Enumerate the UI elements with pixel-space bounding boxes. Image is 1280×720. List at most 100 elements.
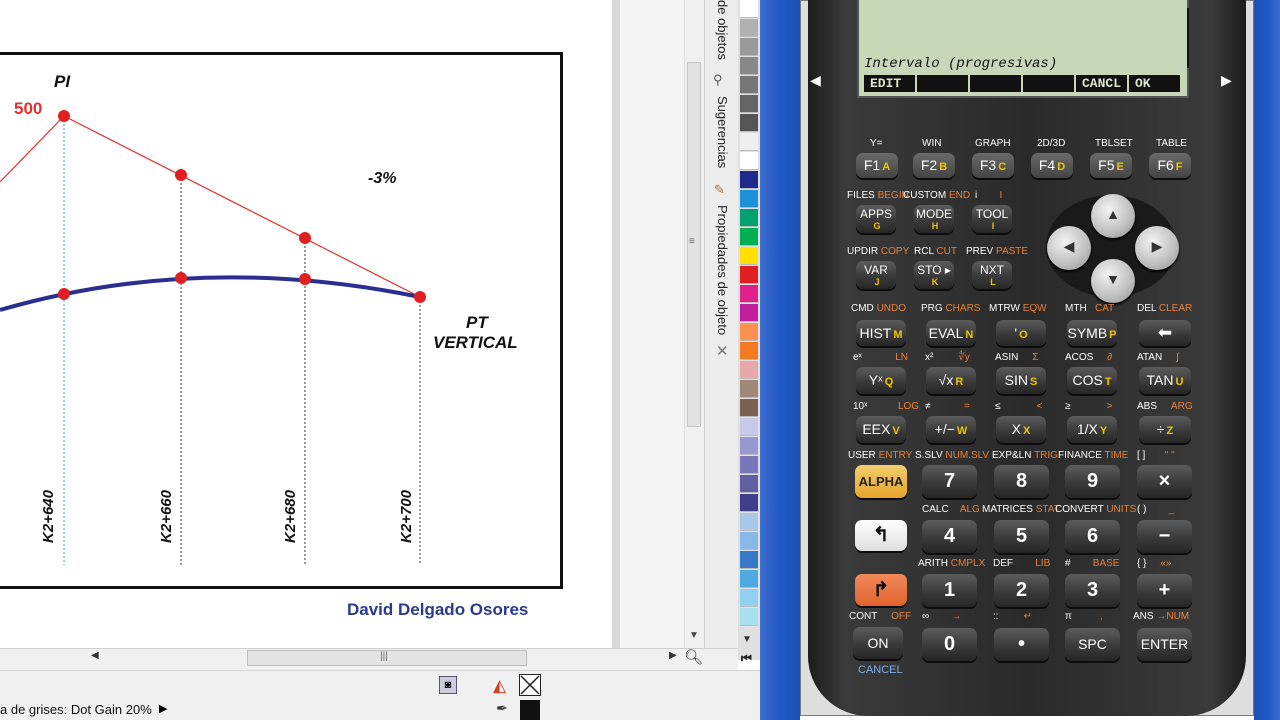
sto-key[interactable]: STO ▸ K (914, 261, 954, 289)
palette-swatch[interactable] (740, 551, 758, 569)
sqrt-key[interactable]: √x R (926, 367, 976, 394)
palette-swatch[interactable] (740, 532, 758, 550)
tan-key[interactable]: TAN U (1139, 367, 1191, 394)
palette-swatch[interactable] (740, 608, 758, 626)
palette-swatch[interactable] (740, 19, 758, 37)
f4-key[interactable]: F4 D (1031, 153, 1073, 178)
palette-swatch[interactable] (740, 380, 758, 398)
three-key[interactable]: 3 (1065, 574, 1120, 607)
softkey-4[interactable] (1023, 75, 1074, 92)
nine-key[interactable]: 9 (1065, 465, 1120, 498)
palette-swatch[interactable] (740, 323, 758, 341)
x-key[interactable]: XX (996, 416, 1046, 443)
palette-swatch[interactable] (740, 247, 758, 265)
softkey-2[interactable] (917, 75, 968, 92)
palette-swatch[interactable] (740, 475, 758, 493)
palette-swatch[interactable] (740, 95, 758, 113)
softkey-edit[interactable]: EDIT (864, 75, 915, 92)
palette-swatch[interactable] (740, 266, 758, 284)
divide-key[interactable]: ÷ Z (1139, 416, 1191, 443)
tab-hints[interactable]: Sugerencias (715, 96, 730, 168)
f6-key[interactable]: F6 F (1149, 153, 1191, 178)
negate-key[interactable]: +/− W (926, 416, 976, 443)
eight-key[interactable]: 8 (994, 465, 1049, 498)
close-icon[interactable]: ✕ (716, 342, 729, 360)
palette-swatch[interactable] (740, 570, 758, 588)
hints-icon[interactable]: ⚲ (713, 72, 723, 88)
f2-key[interactable]: F2 B (913, 153, 955, 178)
properties-icon[interactable]: ✎ (714, 182, 725, 198)
softkey-cancl[interactable]: CANCL (1076, 75, 1127, 92)
left-shift-key[interactable]: ↰ (855, 520, 907, 551)
subtract-key[interactable]: − (1137, 520, 1192, 553)
eex-key[interactable]: EEX V (856, 416, 906, 443)
scroll-down-icon[interactable]: ▼ (689, 630, 699, 641)
palette-swatch[interactable] (740, 456, 758, 474)
f1-key[interactable]: F1 A (856, 153, 898, 178)
palette-swatch[interactable] (740, 494, 758, 512)
palette-swatch[interactable] (740, 399, 758, 417)
palette-swatch[interactable] (740, 171, 758, 189)
up-arrow-key[interactable]: ▲ (1091, 194, 1135, 238)
softkey-ok[interactable]: OK (1129, 75, 1180, 92)
palette-swatch[interactable] (740, 228, 758, 246)
power-key[interactable]: Yˣ Q (856, 367, 906, 394)
palette-swatch[interactable] (740, 0, 758, 18)
palette-swatch[interactable] (740, 513, 758, 531)
tool-key[interactable]: TOOL I (972, 205, 1012, 233)
palette-swatch[interactable] (740, 589, 758, 607)
palette-swatch[interactable] (740, 38, 758, 56)
f3-key[interactable]: F3 C (972, 153, 1014, 178)
backspace-key[interactable]: ⬅ (1139, 320, 1191, 346)
symb-key[interactable]: SYMB P (1067, 320, 1117, 346)
hist-key[interactable]: HIST M (856, 320, 906, 346)
right-shift-key[interactable]: ↱ (855, 574, 907, 606)
inverse-key[interactable]: 1/X Y (1067, 416, 1117, 443)
space-key[interactable]: SPC (1065, 628, 1120, 661)
alpha-key[interactable]: ALPHA (855, 465, 907, 498)
nxt-key[interactable]: NXT L (972, 261, 1012, 289)
decimal-key[interactable]: • (994, 628, 1049, 661)
quote-key[interactable]: ' O (996, 320, 1046, 346)
palette-swatch[interactable] (740, 418, 758, 436)
scroll-right-icon[interactable]: ▶ (669, 650, 677, 661)
tab-object-properties[interactable]: Propiedades de objeto (715, 205, 730, 335)
palette-swatch[interactable] (740, 133, 758, 151)
palette-swatch[interactable] (740, 57, 758, 75)
down-arrow-key[interactable]: ▼ (1091, 259, 1135, 303)
cos-key[interactable]: COS T (1067, 367, 1117, 394)
right-arrow-key[interactable]: ▶ (1135, 226, 1179, 270)
palette-swatch[interactable] (740, 114, 758, 132)
two-key[interactable]: 2 (994, 574, 1049, 607)
outline-color-swatch[interactable] (520, 700, 540, 720)
palette-swatch[interactable] (740, 361, 758, 379)
five-key[interactable]: 5 (994, 520, 1049, 553)
enter-key[interactable]: ENTER (1137, 628, 1192, 661)
palette-swatch[interactable] (740, 342, 758, 360)
zero-key[interactable]: 0 (922, 628, 977, 661)
four-key[interactable]: 4 (922, 520, 977, 553)
tab-object-manager[interactable]: de objetos (715, 0, 730, 60)
apps-key[interactable]: APPS G (856, 205, 896, 233)
on-key[interactable]: ON (853, 627, 903, 659)
palette-expand-icon[interactable]: ⏮ (741, 651, 752, 666)
sin-key[interactable]: SIN S (996, 367, 1046, 394)
no-fill-swatch[interactable] (519, 674, 541, 696)
seven-key[interactable]: 7 (922, 465, 977, 498)
six-key[interactable]: 6 (1065, 520, 1120, 553)
var-key[interactable]: VAR J (856, 261, 896, 289)
palette-scroll-down-icon[interactable]: ▼ (742, 634, 752, 645)
camera-icon[interactable]: ◙ (439, 676, 457, 694)
scroll-left-icon[interactable]: ◀ (91, 650, 99, 661)
multiply-key[interactable]: × (1137, 465, 1192, 498)
mode-key[interactable]: MODE H (914, 205, 954, 233)
palette-swatch[interactable] (740, 285, 758, 303)
f5-key[interactable]: F5 E (1090, 153, 1132, 178)
left-arrow-key[interactable]: ◀ (1047, 226, 1091, 270)
palette-swatch[interactable] (740, 304, 758, 322)
palette-swatch[interactable] (740, 209, 758, 227)
eval-key[interactable]: EVAL N (926, 320, 976, 346)
pen-icon[interactable]: ✒ (496, 700, 508, 717)
fill-bucket-icon[interactable]: ◭ (493, 676, 506, 696)
softkey-3[interactable] (970, 75, 1021, 92)
